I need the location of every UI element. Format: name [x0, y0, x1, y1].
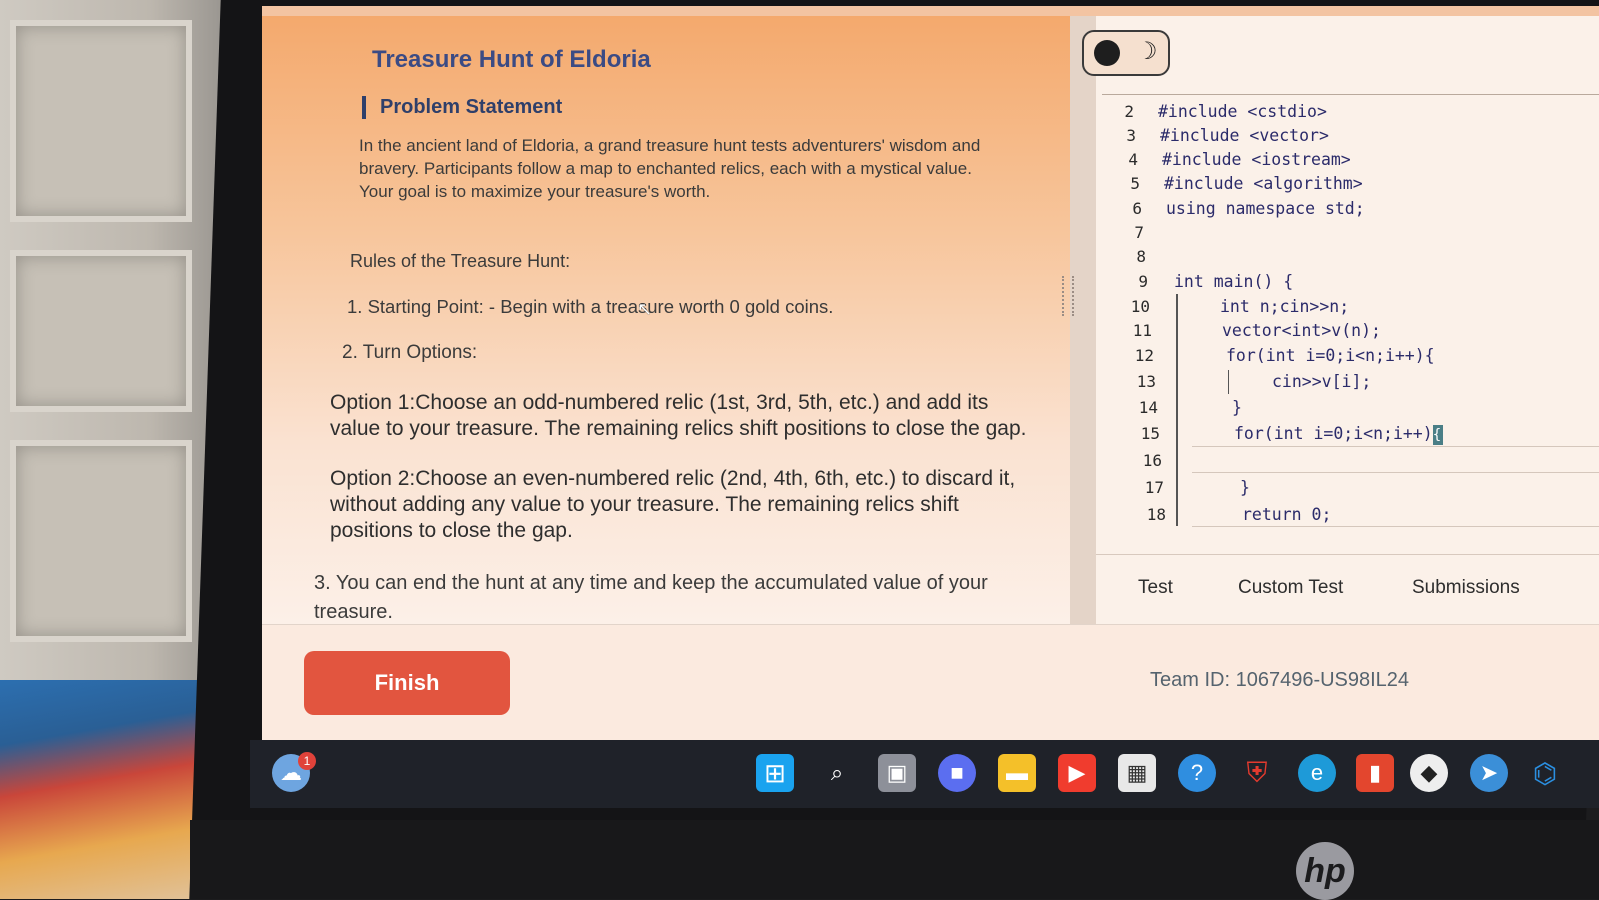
line-number: 8: [1136, 247, 1146, 266]
code-line: }: [1232, 398, 1242, 417]
footer-bar: Finish Team ID: 1067496-US98IL24: [262, 624, 1599, 740]
code-line: int n;cin>>n;: [1220, 297, 1350, 316]
line-number: 15: [1140, 424, 1160, 443]
laptop-bottom-bezel: [190, 820, 1599, 899]
finish-button[interactable]: Finish: [304, 651, 510, 715]
code-line: int main() {: [1174, 272, 1294, 291]
rule-2: 2. Turn Options:: [342, 342, 478, 363]
line-number: 18: [1146, 505, 1166, 524]
code-line: #include <algorithm>: [1164, 174, 1363, 193]
line-highlight: [1192, 472, 1599, 473]
line-number: 2: [1124, 102, 1134, 121]
search-icon[interactable]: ⌕: [818, 754, 856, 792]
taskbar: ☁ ⊞ ⌕ ▣ ■ ▬ ▶ ▦ ? ⛨ e ▮ ◆ ➤ ⌬: [250, 740, 1599, 808]
line-number: 5: [1130, 174, 1140, 193]
edge-icon[interactable]: e: [1298, 754, 1336, 792]
top-bar: [262, 6, 1599, 16]
brave-icon[interactable]: ◆: [1410, 754, 1448, 792]
vscode-icon[interactable]: ⌬: [1526, 754, 1564, 792]
task-view-icon[interactable]: ▣: [878, 754, 916, 792]
notification-badge: 1: [298, 752, 316, 770]
theme-toggle[interactable]: ☽: [1082, 30, 1170, 76]
teams-chat-icon[interactable]: ■: [938, 754, 976, 792]
tab-submissions[interactable]: Submissions: [1412, 577, 1520, 599]
line-number: 14: [1138, 398, 1158, 417]
youtube-icon[interactable]: ▶: [1058, 754, 1096, 792]
code-line: vector<int>v(n);: [1222, 321, 1381, 340]
moon-icon: ☽: [1136, 38, 1158, 65]
resize-grip-icon[interactable]: [1062, 276, 1074, 316]
wall-panel: [10, 250, 192, 412]
line-number: 16: [1142, 451, 1162, 470]
option-1: Option 1:Choose an odd-numbered relic (1…: [330, 391, 1027, 440]
problem-intro: In the ancient land of Eldoria, a grand …: [359, 136, 981, 201]
line-highlight: [1192, 446, 1599, 447]
line-number: 3: [1126, 126, 1136, 145]
indent-guide: [1228, 370, 1229, 394]
editor-separator: [1102, 94, 1599, 95]
code-line: #include <vector>: [1160, 126, 1329, 145]
mouse-cursor-icon: ↖: [637, 299, 653, 319]
wall-panel: [10, 440, 192, 642]
line-number: 17: [1144, 478, 1164, 497]
line-number: 9: [1138, 272, 1148, 291]
screen: Treasure Hunt of Eldoria Problem Stateme…: [262, 6, 1599, 740]
office-icon[interactable]: ▮: [1356, 754, 1394, 792]
tab-custom-test[interactable]: Custom Test: [1238, 577, 1343, 599]
rules-heading: Rules of the Treasure Hunt:: [350, 251, 571, 271]
rule-3: 3. You can end the hunt at any time and …: [314, 572, 988, 623]
line-number: 10: [1130, 297, 1150, 316]
indent-guide: [1176, 294, 1178, 526]
store-icon[interactable]: ▦: [1118, 754, 1156, 792]
file-explorer-icon[interactable]: ▬: [998, 754, 1036, 792]
code-line: #include <iostream>: [1162, 150, 1351, 169]
tab-test[interactable]: Test: [1138, 577, 1173, 599]
line-number: 4: [1128, 150, 1138, 169]
hp-logo: hp: [1296, 842, 1354, 900]
code-line: cin>>v[i];: [1272, 372, 1372, 391]
telegram-icon[interactable]: ➤: [1470, 754, 1508, 792]
code-line: using namespace std;: [1166, 199, 1365, 218]
option-2: Option 2:Choose an even-numbered relic (…: [330, 467, 1016, 542]
windows-start-icon[interactable]: ⊞: [756, 754, 794, 792]
mcafee-icon[interactable]: ⛨: [1238, 754, 1276, 792]
code-line: for(int i=0;i<n;i++){: [1234, 424, 1443, 445]
section-heading: Problem Statement: [362, 96, 562, 119]
line-number: 13: [1136, 372, 1156, 391]
code-line: }: [1240, 478, 1250, 497]
code-line: #include <cstdio>: [1158, 102, 1327, 121]
rule-1: 1. Starting Point: - Begin with a treasu…: [347, 296, 834, 317]
line-highlight: [1192, 526, 1599, 527]
problem-title: Treasure Hunt of Eldoria: [372, 46, 651, 73]
toggle-knob: [1094, 40, 1120, 66]
text-cursor: {: [1432, 424, 1443, 445]
result-tabs: Test Custom Test Submissions: [1096, 554, 1599, 625]
line-number: 7: [1134, 223, 1144, 242]
line-number: 12: [1134, 346, 1154, 365]
team-id: Team ID: 1067496-US98IL24: [1150, 669, 1410, 691]
code-text: for(int i=0;i<n;i++): [1234, 424, 1433, 443]
wall-panel: [10, 20, 192, 222]
code-line: return 0;: [1242, 505, 1332, 524]
line-number: 6: [1132, 199, 1142, 218]
code-line: for(int i=0;i<n;i++){: [1226, 346, 1435, 365]
help-icon[interactable]: ?: [1178, 754, 1216, 792]
line-number: 11: [1132, 321, 1152, 340]
